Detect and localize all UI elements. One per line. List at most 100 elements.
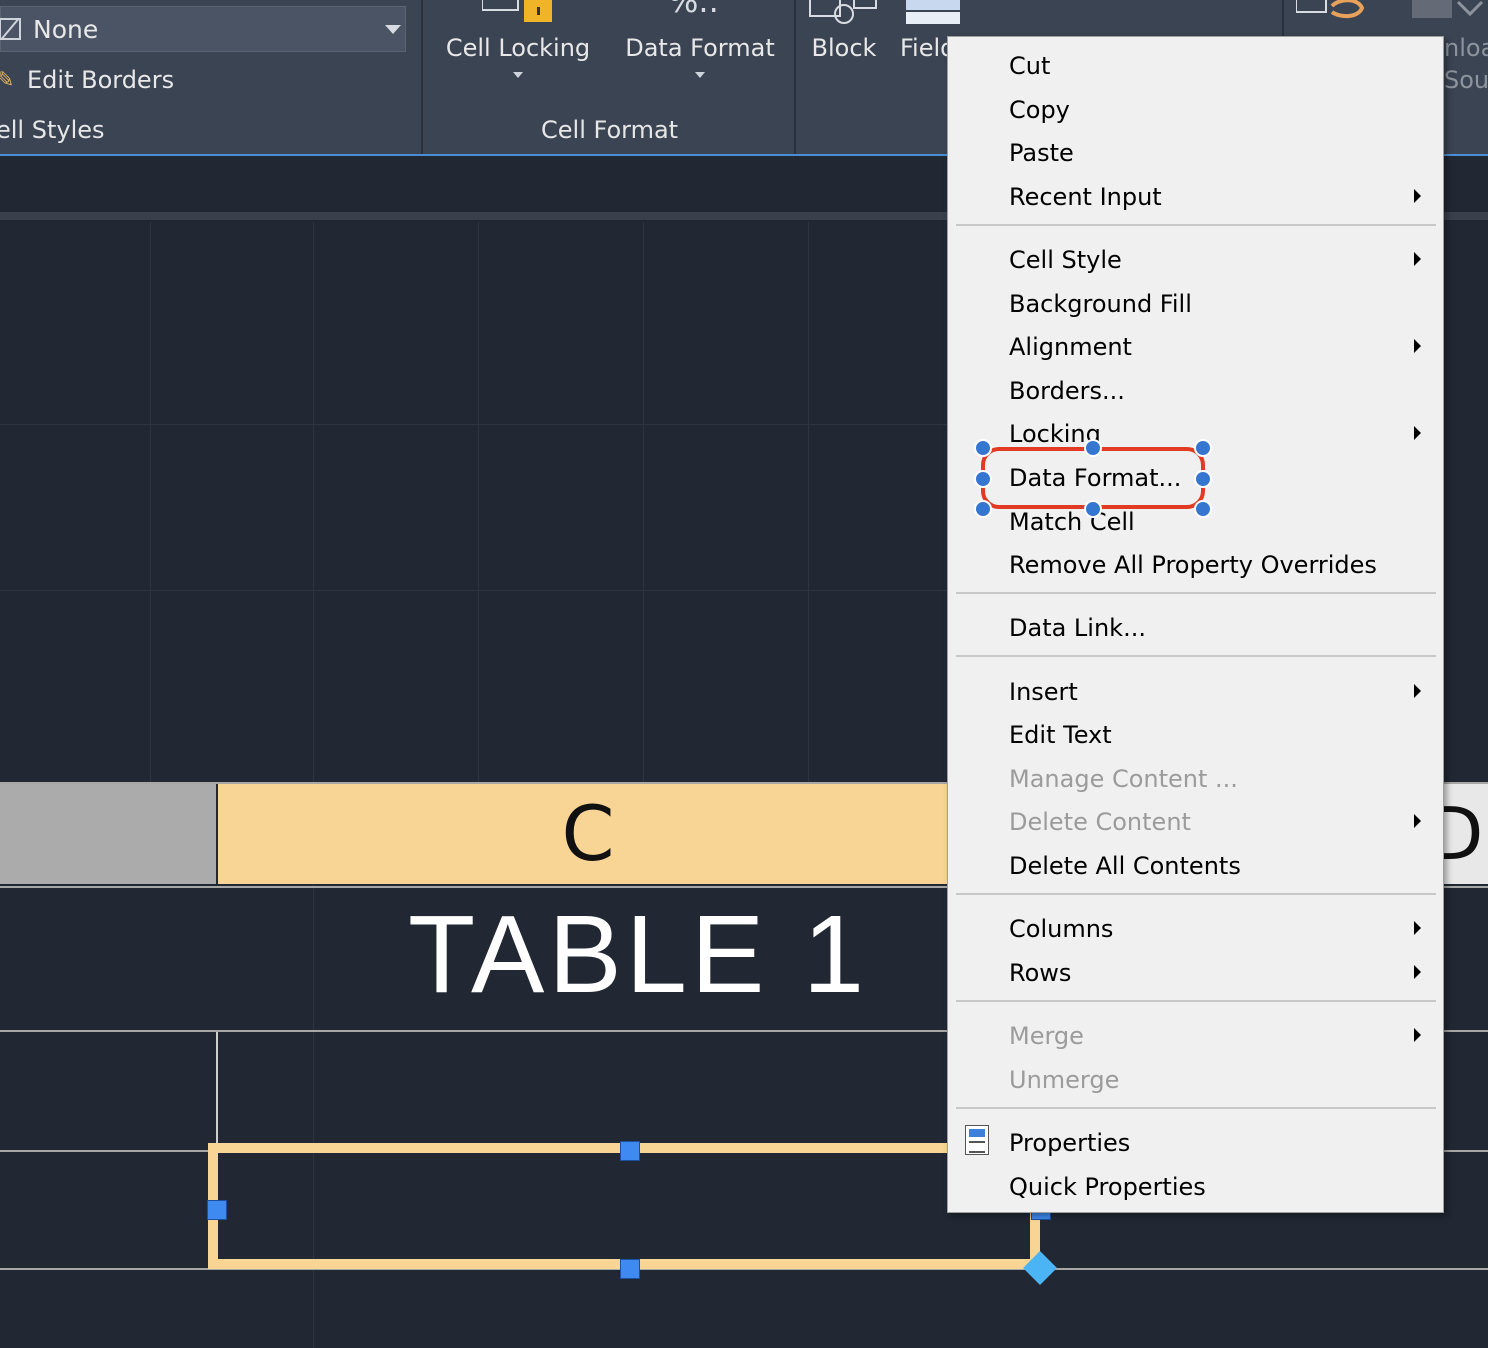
annotation-handle <box>1084 500 1102 518</box>
menu-item-rows[interactable]: Rows <box>948 953 1443 993</box>
menu-item-data-link[interactable]: Data Link... <box>948 608 1443 648</box>
menu-item-label: Edit Text <box>1009 721 1112 749</box>
column-header-d-label: D <box>1442 792 1484 876</box>
menu-item-recent-input[interactable]: Recent Input <box>948 177 1443 217</box>
menu-item-label: Insert <box>1009 678 1078 706</box>
context-menu: Cut Copy Paste Recent Input Cell Style B… <box>947 36 1444 1213</box>
chevron-down-icon <box>513 72 523 78</box>
grid-line <box>0 424 948 425</box>
menu-item-label: Delete All Contents <box>1009 852 1241 880</box>
submenu-arrow-icon <box>1414 426 1421 440</box>
menu-separator <box>956 592 1436 594</box>
menu-item-unmerge: Unmerge <box>948 1060 1443 1100</box>
menu-item-copy[interactable]: Copy <box>948 90 1443 130</box>
menu-item-label: Paste <box>1009 139 1074 167</box>
menu-item-cut[interactable]: Cut <box>948 46 1443 86</box>
cell-style-select-value: None <box>33 15 99 44</box>
menu-item-label: Delete Content <box>1009 808 1191 836</box>
cell-grip-bottom[interactable] <box>620 1259 640 1279</box>
cell-locking-button[interactable]: Cell Locking <box>440 0 596 110</box>
annotation-handle <box>1194 500 1212 518</box>
menu-item-delete-all-contents[interactable]: Delete All Contents <box>948 846 1443 886</box>
submenu-arrow-icon <box>1414 1028 1421 1042</box>
link-icon[interactable] <box>1296 0 1368 30</box>
data-format-label: Data Format <box>625 34 775 62</box>
menu-item-label: Properties <box>1009 1129 1131 1157</box>
column-header-d[interactable]: D <box>1442 784 1488 884</box>
menu-item-paste[interactable]: Paste <box>948 133 1443 173</box>
menu-item-label: Cut <box>1009 52 1051 80</box>
chevron-down-icon <box>695 72 705 78</box>
block-icon <box>809 0 877 24</box>
menu-item-delete-content: Delete Content <box>948 802 1443 842</box>
table-title[interactable]: TABLE 1 <box>408 890 868 1020</box>
menu-item-label: Rows <box>1009 959 1072 987</box>
menu-item-remove-all-property-overrides[interactable]: Remove All Property Overrides <box>948 545 1443 585</box>
menu-item-label: Copy <box>1009 96 1070 124</box>
menu-item-background-fill[interactable]: Background Fill <box>948 284 1443 324</box>
menu-item-label: Unmerge <box>1009 1066 1120 1094</box>
menu-item-merge: Merge <box>948 1016 1443 1056</box>
annotation-handle <box>1084 439 1102 457</box>
submenu-arrow-icon <box>1414 252 1421 266</box>
menu-item-columns[interactable]: Columns <box>948 909 1443 949</box>
submenu-arrow-icon <box>1414 814 1421 828</box>
insert-block-button[interactable]: Block <box>806 0 882 110</box>
submenu-arrow-icon <box>1414 921 1421 935</box>
annotation-handle <box>974 470 992 488</box>
menu-item-label: Columns <box>1009 915 1114 943</box>
menu-item-insert[interactable]: Insert <box>948 672 1443 712</box>
menu-item-label: Recent Input <box>1009 183 1162 211</box>
menu-item-edit-text[interactable]: Edit Text <box>948 715 1443 755</box>
chevron-down-icon[interactable] <box>385 25 401 34</box>
menu-item-label: Quick Properties <box>1009 1173 1206 1201</box>
submenu-arrow-icon <box>1414 189 1421 203</box>
cell-grip-left[interactable] <box>207 1200 227 1220</box>
grid-line <box>808 222 809 782</box>
menu-separator <box>956 1107 1436 1109</box>
table-column-line <box>216 1032 218 1144</box>
row-header-corner[interactable] <box>0 784 216 884</box>
cell-style-select[interactable]: None <box>0 6 406 52</box>
grid-line <box>478 222 479 782</box>
menu-item-label: Cell Style <box>1009 246 1122 274</box>
menu-item-label: Data Link... <box>1009 614 1146 642</box>
menu-separator <box>956 655 1436 657</box>
column-header-c[interactable]: C <box>218 784 958 884</box>
no-fill-icon <box>0 18 21 40</box>
menu-separator <box>956 224 1436 226</box>
annotation-handle <box>1194 439 1212 457</box>
download-label-line2: Sou <box>1444 66 1488 94</box>
menu-item-cell-style[interactable]: Cell Style <box>948 240 1443 280</box>
submenu-arrow-icon <box>1414 339 1421 353</box>
grid-line <box>643 222 644 782</box>
annotation-handle <box>1194 470 1212 488</box>
menu-item-alignment[interactable]: Alignment <box>948 327 1443 367</box>
menu-item-manage-content: Manage Content ... <box>948 759 1443 799</box>
menu-item-label: Remove All Property Overrides <box>1009 551 1377 579</box>
menu-item-quick-properties[interactable]: Quick Properties <box>948 1167 1443 1207</box>
grid-line <box>150 222 151 782</box>
menu-item-borders[interactable]: Borders... <box>948 371 1443 411</box>
annotation-handle <box>974 500 992 518</box>
download-label-line1: nloa <box>1444 34 1488 62</box>
menu-item-label: Alignment <box>1009 333 1132 361</box>
panel-divider <box>421 0 423 154</box>
percent-icon: %.. <box>668 0 719 20</box>
pencil-border-icon: ✎ <box>0 68 15 93</box>
data-format-button[interactable]: %.. Data Format <box>620 0 780 110</box>
cell-grip-top[interactable] <box>620 1141 640 1161</box>
menu-item-label: Merge <box>1009 1022 1084 1050</box>
menu-separator <box>956 893 1436 895</box>
submenu-arrow-icon <box>1414 965 1421 979</box>
block-label: Block <box>811 34 877 62</box>
column-header-c-label: C <box>561 789 615 878</box>
submenu-arrow-icon <box>1414 684 1421 698</box>
grid-line <box>0 590 948 591</box>
selected-table-cell[interactable] <box>208 1143 1040 1269</box>
menu-item-properties[interactable]: Properties <box>948 1123 1443 1163</box>
field-icon <box>906 0 960 24</box>
download-icon[interactable] <box>1412 0 1488 26</box>
cell-styles-panel-title: ell Styles <box>0 116 105 144</box>
cell-format-panel-title: Cell Format <box>541 116 679 144</box>
